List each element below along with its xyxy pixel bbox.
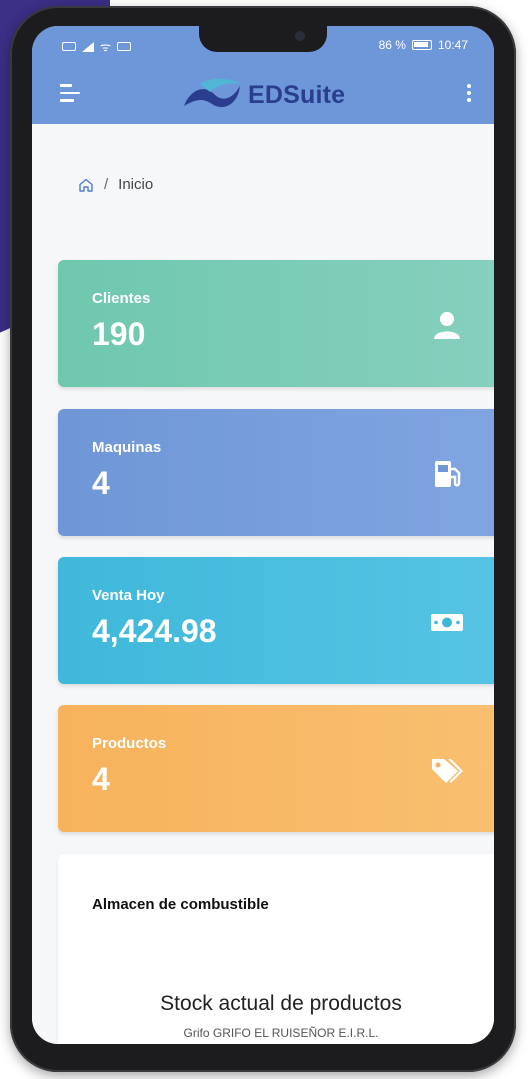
card-label: Productos — [92, 735, 167, 752]
almacen-panel: Almacen de combustible Stock actual de p… — [58, 854, 494, 1044]
home-icon[interactable] — [78, 177, 94, 193]
breadcrumb: / Inicio — [78, 176, 153, 193]
notification-icon — [62, 42, 76, 51]
main-content: / Inicio Clientes 190 Maquinas 4 Venta H… — [32, 124, 494, 1044]
breadcrumb-separator: / — [104, 176, 109, 193]
app-bar: EDSuite — [32, 64, 494, 124]
card-value: 4 — [92, 465, 110, 501]
card-value: 4 — [92, 761, 110, 797]
camera-notch — [199, 26, 327, 52]
productos-card[interactable]: Productos 4 — [58, 705, 494, 832]
cast-icon — [116, 42, 131, 51]
money-icon — [431, 614, 463, 631]
card-label: Maquinas — [92, 439, 162, 456]
status-time: 10:47 — [437, 38, 468, 52]
card-value: 190 — [92, 316, 146, 352]
battery-icon — [411, 40, 432, 50]
status-icons-left: ᯤ — [62, 38, 131, 55]
card-value: 4,424.98 — [92, 613, 217, 649]
status-bar: ᯤ 86 % 10:47 — [32, 26, 494, 64]
almacen-title: Almacen de combustible — [92, 896, 269, 913]
tags-icon — [432, 759, 463, 783]
menu-icon[interactable] — [60, 84, 80, 102]
stock-chart-subtitle: Grifo GRIFO EL RUISEÑOR E.I.R.L. — [183, 1026, 379, 1040]
phone-screen: ᯤ 86 % 10:47 EDSuite / Inicio Clientes 1… — [32, 26, 494, 1044]
maquinas-card[interactable]: Maquinas 4 — [58, 409, 494, 536]
logo-text: EDSuite — [248, 80, 346, 109]
signal-icon — [82, 41, 94, 52]
breadcrumb-current: Inicio — [118, 176, 154, 193]
status-icons-right: 86 % 10:47 — [379, 38, 468, 52]
card-label: Venta Hoy — [92, 587, 165, 604]
wifi-icon: ᯤ — [100, 40, 111, 54]
more-options-icon[interactable] — [464, 84, 474, 104]
card-label: Clientes — [92, 290, 151, 307]
phone-frame: ᯤ 86 % 10:47 EDSuite / Inicio Clientes 1… — [10, 6, 516, 1072]
logo-mark-icon — [184, 78, 242, 108]
venta-hoy-card[interactable]: Venta Hoy 4,424.98 — [58, 557, 494, 684]
fuel-pump-icon — [435, 461, 461, 487]
battery-percent: 86 % — [378, 38, 406, 52]
user-icon — [434, 312, 460, 339]
stock-chart-title: Stock actual de productos — [160, 992, 402, 1015]
camera-icon — [295, 31, 305, 41]
app-logo: EDSuite — [180, 76, 345, 114]
clientes-card[interactable]: Clientes 190 — [58, 260, 494, 387]
